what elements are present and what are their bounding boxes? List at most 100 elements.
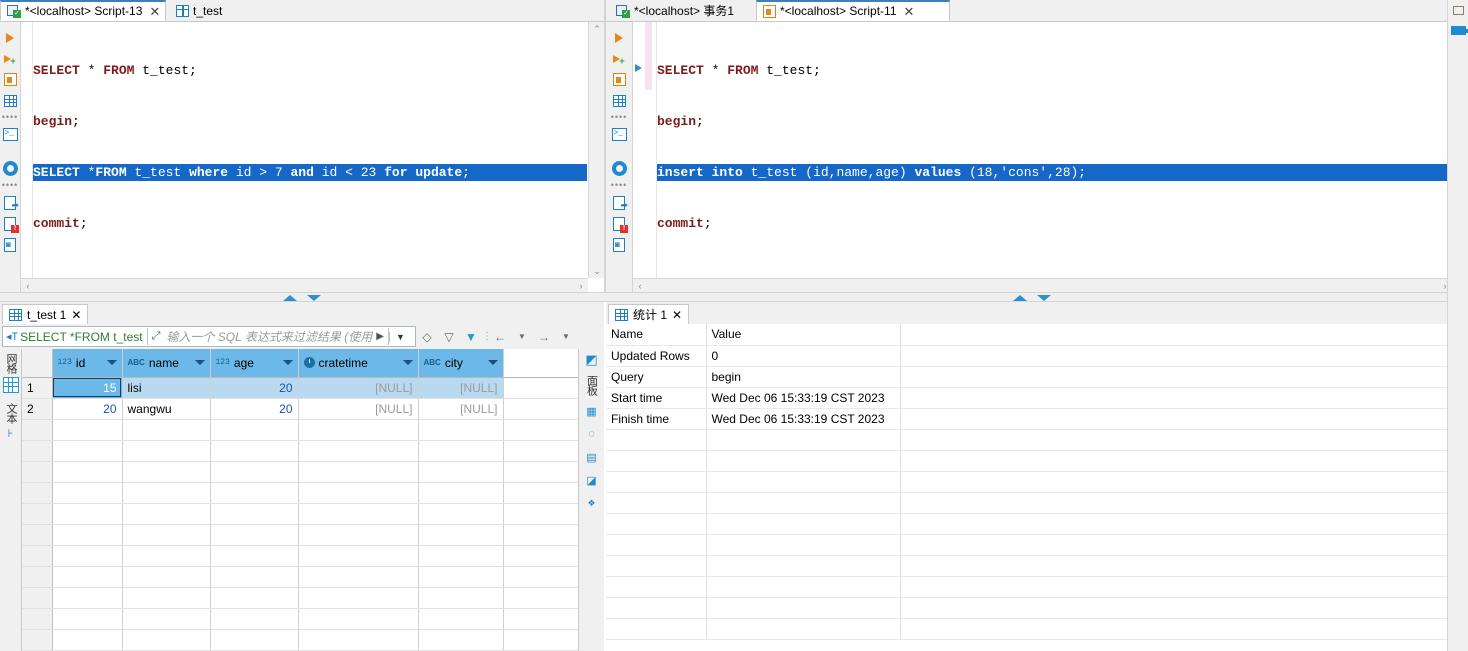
collapse-up-icon[interactable] xyxy=(283,295,297,301)
table-row[interactable]: 2 20 wangwu 20 [NULL] [NULL] xyxy=(22,398,578,420)
editor-left-vscrollbar[interactable]: ⌃ ⌄ xyxy=(588,22,604,278)
cell-id[interactable]: 20 xyxy=(52,398,123,420)
export-from-query-icon[interactable]: ➦ xyxy=(610,193,628,212)
horizontal-splitter[interactable] xyxy=(0,292,1468,302)
grid-view-icon[interactable] xyxy=(2,377,19,393)
filter-settings-icon[interactable]: ▼ xyxy=(460,326,482,348)
execute-script-icon[interactable] xyxy=(610,70,628,89)
column-header-cratetime[interactable]: cratetime xyxy=(298,349,419,378)
explain-plan-icon[interactable]: ! xyxy=(610,214,628,233)
execute-script-stats-icon[interactable] xyxy=(610,91,628,110)
statistics-name[interactable]: Start time xyxy=(606,387,707,409)
statistics-tab[interactable]: 统计 1 ✕ xyxy=(608,304,690,324)
cell-age[interactable]: 20 xyxy=(210,377,299,399)
statistics-name[interactable]: Updated Rows xyxy=(606,345,707,367)
statistics-value[interactable]: Value xyxy=(706,324,901,346)
window-restore-icon[interactable] xyxy=(1450,3,1466,17)
scroll-right-icon[interactable]: › xyxy=(574,279,588,293)
execute-new-tab-icon[interactable]: + xyxy=(610,49,628,68)
statistics-value[interactable]: 0 xyxy=(706,345,901,367)
filter-input-group[interactable]: ◂T SELECT *FROM t_test ⤢ 输入一个 SQL 表达式来过滤… xyxy=(2,326,416,347)
scroll-left-icon[interactable]: ‹ xyxy=(21,279,35,293)
chevron-down-icon[interactable] xyxy=(106,360,117,366)
statistics-row[interactable]: Query begin xyxy=(606,366,1468,388)
database-navigator-icon[interactable] xyxy=(1450,23,1468,37)
editor-left-code-area[interactable]: SELECT * FROM t_test; begin; SELECT *FRO… xyxy=(21,22,587,278)
chevron-down-icon[interactable] xyxy=(487,360,498,366)
sql-console-icon[interactable]: >_ xyxy=(1,125,19,144)
calc-panel-icon[interactable]: ▤ xyxy=(584,449,600,465)
editor-right-code[interactable]: SELECT * FROM t_test; begin; insert into… xyxy=(657,22,1451,278)
cell-cratetime[interactable]: [NULL] xyxy=(298,398,419,420)
statistics-row[interactable]: Start time Wed Dec 06 15:33:19 CST 2023 xyxy=(606,387,1468,409)
scroll-up-icon[interactable]: ⌃ xyxy=(589,22,605,36)
statistics-table-area[interactable]: Name Value Updated Rows 0 Query begin Start ti… xyxy=(606,324,1468,651)
execute-statement-icon[interactable] xyxy=(1,28,19,47)
back-icon[interactable]: ← xyxy=(489,326,511,348)
editor-left-code[interactable]: SELECT * FROM t_test; begin; SELECT *FRO… xyxy=(33,22,587,278)
row-number[interactable]: 1 xyxy=(22,377,53,399)
forward-icon[interactable]: → xyxy=(533,326,555,348)
chevron-down-icon[interactable]: ▼ xyxy=(388,331,411,342)
execute-script-icon[interactable] xyxy=(1,70,19,89)
results-tab-t-test-1[interactable]: t_test 1 ✕ xyxy=(2,304,89,324)
statistics-row[interactable]: Updated Rows 0 xyxy=(606,345,1468,367)
statistics-name[interactable]: Finish time xyxy=(606,408,707,430)
value-panel-icon[interactable]: ◩ xyxy=(584,352,600,368)
tab-t-test[interactable]: t_test xyxy=(170,0,240,21)
chevron-down-icon[interactable] xyxy=(282,360,293,366)
column-header-age[interactable]: 123 age xyxy=(210,349,299,378)
collapse-up-icon[interactable] xyxy=(1013,295,1027,301)
table-row[interactable]: 1 15 lisi 20 [NULL] [NULL] xyxy=(22,377,578,399)
settings-gear-icon[interactable] xyxy=(1,159,19,178)
statistics-value[interactable]: Wed Dec 06 15:33:19 CST 2023 xyxy=(706,408,901,430)
record-mode-icon[interactable]: ◪ xyxy=(584,472,600,488)
tab-script-13[interactable]: ✓ *<localhost> Script-13 ✕ xyxy=(0,0,166,21)
column-header-name[interactable]: ABC name xyxy=(122,349,211,378)
close-icon[interactable]: ✕ xyxy=(71,308,81,322)
cell-city[interactable]: [NULL] xyxy=(418,377,504,399)
statistics-value[interactable]: begin xyxy=(706,366,901,388)
cell-name[interactable]: wangwu xyxy=(122,398,211,420)
column-header-id[interactable]: 123 id xyxy=(52,349,123,378)
clear-filter-icon[interactable]: ◇ xyxy=(416,326,438,348)
row-number[interactable]: 2 xyxy=(22,398,53,420)
apply-filter-icon[interactable]: ▶ xyxy=(372,331,388,342)
splitter-arrows-right[interactable] xyxy=(1013,295,1051,301)
chevron-down-icon[interactable] xyxy=(194,360,205,366)
text-view-label[interactable]: 文本 xyxy=(3,403,19,423)
sql-console-icon[interactable]: >_ xyxy=(610,125,628,144)
statistics-row[interactable]: Name Value xyxy=(606,324,1468,346)
editor-left-hscrollbar[interactable]: ‹ › xyxy=(21,278,588,292)
results-grid-table[interactable]: 123 id ABC name 123 age cratetime ABC ci… xyxy=(22,349,578,651)
cell-city[interactable]: [NULL] xyxy=(418,398,504,420)
editor-right-code-area[interactable]: SELECT * FROM t_test; begin; insert into… xyxy=(633,22,1451,278)
back-menu-icon[interactable]: ▼ xyxy=(511,326,533,348)
column-header-city[interactable]: ABC city xyxy=(418,349,504,378)
grouping-icon[interactable]: ◌ xyxy=(584,426,600,442)
close-icon[interactable]: ✕ xyxy=(904,5,915,18)
close-icon[interactable]: ✕ xyxy=(672,308,682,322)
cell-name[interactable]: lisi xyxy=(122,377,211,399)
cell-cratetime[interactable]: [NULL] xyxy=(298,377,419,399)
execute-new-tab-icon[interactable]: + xyxy=(1,49,19,68)
statistics-name[interactable]: Query xyxy=(606,366,707,388)
collapse-down-icon[interactable] xyxy=(1037,295,1051,301)
explain-plan-icon[interactable]: ! xyxy=(1,214,19,233)
references-icon[interactable]: ❖ xyxy=(584,495,600,511)
filter-query-text[interactable]: SELECT *FROM t_test xyxy=(20,330,146,344)
panels-label[interactable]: 面板 xyxy=(584,375,600,395)
collapse-down-icon[interactable] xyxy=(307,295,321,301)
grid-view-label[interactable]: 网格 xyxy=(3,349,19,373)
sql-format-icon[interactable]: ◙ xyxy=(1,235,19,254)
tab-script-11[interactable]: *<localhost> Script-11 ✕ xyxy=(756,0,950,21)
chevron-down-icon[interactable] xyxy=(402,360,413,366)
settings-gear-icon[interactable] xyxy=(610,159,628,178)
export-from-query-icon[interactable]: ➦ xyxy=(1,193,19,212)
expand-icon[interactable]: ⤢ xyxy=(148,330,165,343)
cell-age[interactable]: 20 xyxy=(210,398,299,420)
splitter-arrows-left[interactable] xyxy=(283,295,321,301)
statistics-row[interactable]: Finish time Wed Dec 06 15:33:19 CST 2023 xyxy=(606,408,1468,430)
execute-statement-icon[interactable] xyxy=(610,28,628,47)
transpose-icon[interactable]: ▦ xyxy=(584,403,600,419)
